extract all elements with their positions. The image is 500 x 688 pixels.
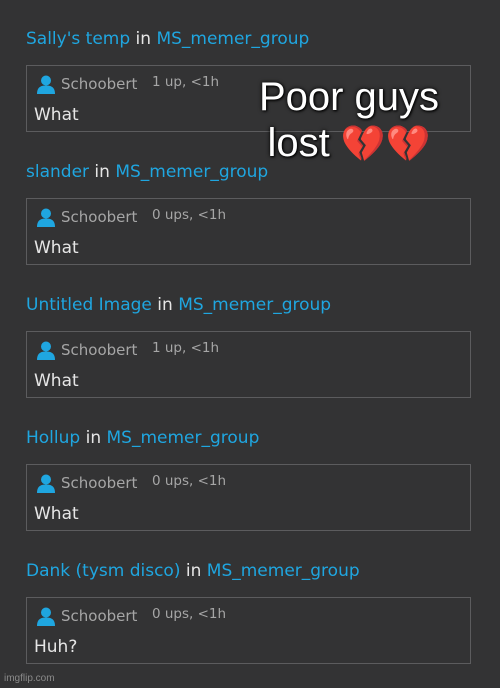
group-link[interactable]: MS_memer_group — [156, 29, 309, 49]
user-icon[interactable] — [36, 606, 56, 626]
user-icon[interactable] — [36, 207, 56, 227]
entry-header: Dank (tysm disco) in MS_memer_group — [26, 560, 360, 582]
comment-text: Huh? — [34, 637, 78, 657]
username-link[interactable]: Schoobert — [61, 341, 137, 359]
vote-timestamp: 0 ups, <1h — [152, 473, 227, 489]
entry-connector: in — [94, 162, 110, 182]
entry-connector: in — [185, 561, 202, 581]
username-link[interactable]: Schoobert — [61, 75, 137, 93]
imgflip-watermark: imgflip.com — [4, 673, 55, 684]
broken-heart-emoji: 💔💔 — [340, 124, 431, 165]
meme-title-link[interactable]: Dank (tysm disco) — [26, 561, 180, 581]
username-link[interactable]: Schoobert — [61, 208, 137, 226]
entry-connector: in — [157, 295, 173, 315]
meme-caption: Poor guys lost 💔💔 — [224, 74, 474, 168]
comment-text: What — [34, 105, 79, 125]
caption-line-2: lost 💔💔 — [224, 120, 474, 168]
user-icon[interactable] — [36, 473, 56, 493]
vote-timestamp: 0 ups, <1h — [152, 207, 227, 223]
meme-title-link[interactable]: Untitled Image — [26, 295, 152, 315]
user-icon[interactable] — [36, 340, 56, 360]
comment-box: Schoobert 1 up, <1h What — [26, 331, 471, 398]
comment-text: What — [34, 371, 79, 391]
meme-title-link[interactable]: Hollup — [26, 428, 80, 448]
username-link[interactable]: Schoobert — [61, 607, 137, 625]
vote-timestamp: 0 ups, <1h — [152, 606, 227, 622]
user-icon[interactable] — [36, 74, 56, 94]
comment-text: What — [34, 238, 79, 258]
group-link[interactable]: MS_memer_group — [107, 428, 260, 448]
entry-header: Sally's temp in MS_memer_group — [26, 28, 309, 50]
meme-title-link[interactable]: Sally's temp — [26, 29, 130, 49]
meme-title-link[interactable]: slander — [26, 162, 89, 182]
group-link[interactable]: MS_memer_group — [178, 295, 331, 315]
caption-line-2-text: lost — [267, 121, 330, 165]
username-link[interactable]: Schoobert — [61, 474, 137, 492]
entry-header: Hollup in MS_memer_group — [26, 427, 259, 449]
comment-box: Schoobert 0 ups, <1h Huh? — [26, 597, 471, 664]
vote-timestamp: 1 up, <1h — [152, 340, 220, 356]
comment-text: What — [34, 504, 79, 524]
entry-connector: in — [85, 428, 102, 448]
group-link[interactable]: MS_memer_group — [207, 561, 360, 581]
caption-line-1: Poor guys — [258, 75, 440, 119]
comment-box: Schoobert 0 ups, <1h What — [26, 198, 471, 265]
comment-box: Schoobert 0 ups, <1h What — [26, 464, 471, 531]
entry-connector: in — [135, 29, 152, 49]
vote-timestamp: 1 up, <1h — [152, 74, 220, 90]
entry-header: Untitled Image in MS_memer_group — [26, 294, 331, 316]
